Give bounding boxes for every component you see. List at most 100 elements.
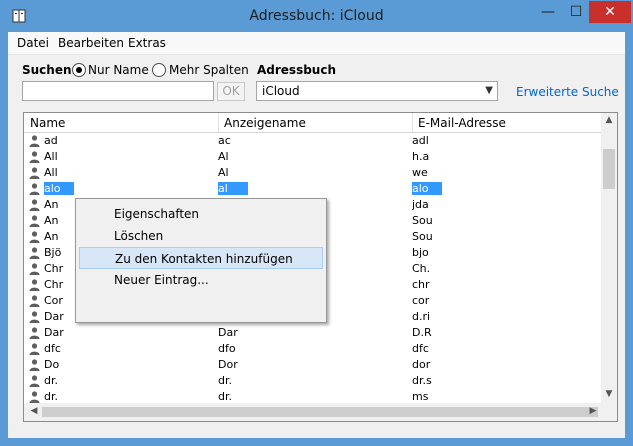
table-row[interactable]: All Al we <box>24 165 601 181</box>
person-icon <box>29 263 40 275</box>
addressbook-select[interactable]: iCloud ▼ <box>256 81 498 101</box>
person-icon <box>29 167 40 179</box>
scroll-right-icon[interactable]: ▶ <box>585 406 601 416</box>
person-icon <box>29 375 40 387</box>
cell-name: dfc <box>44 342 61 355</box>
cell-name: All <box>44 150 58 163</box>
cell-email: D.R <box>412 326 432 339</box>
cell-email: cor <box>412 294 430 307</box>
table-row[interactable]: alo al alo <box>24 181 601 197</box>
advanced-search-link[interactable]: Erweiterte Suche <box>516 85 619 99</box>
scroll-down-icon[interactable]: ▼ <box>601 389 617 399</box>
cell-display-name: Dor <box>218 358 238 371</box>
menu-item-new-entry[interactable]: Neuer Eintrag... <box>79 269 323 291</box>
cell-email: we <box>412 166 428 179</box>
column-divider[interactable] <box>218 113 219 132</box>
person-icon <box>29 183 40 195</box>
cell-name: alo <box>44 182 74 195</box>
vertical-scrollbar[interactable]: ▲ ▼ <box>601 113 617 403</box>
window-frame: Adressbuch: iCloud — ☐ ✕ Datei Bearbeite… <box>0 0 633 446</box>
person-icon <box>29 215 40 227</box>
table-row[interactable]: dfc dfo dfc <box>24 341 601 357</box>
horizontal-scroll-thumb[interactable] <box>42 407 598 417</box>
menu-item-add-to-contacts[interactable]: Zu den Kontakten hinzufügen <box>79 247 323 269</box>
cell-email: dr.s <box>412 374 432 387</box>
title-bar[interactable]: Adressbuch: iCloud — ☐ ✕ <box>0 0 633 32</box>
cell-email: alo <box>412 182 442 195</box>
ok-button[interactable]: OK <box>217 82 245 101</box>
cell-display-name: dfo <box>218 342 236 355</box>
cell-email: dor <box>412 358 431 371</box>
cell-email: adl <box>412 134 429 147</box>
addressbook-label: Adressbuch <box>257 63 337 77</box>
scroll-left-icon[interactable]: ◀ <box>26 406 42 416</box>
menu-extras[interactable]: Extras <box>128 36 166 50</box>
cell-name: An <box>44 230 59 243</box>
column-divider[interactable] <box>412 113 413 132</box>
person-icon <box>29 231 40 243</box>
list-header: Name Anzeigename E-Mail-Adresse <box>24 113 601 133</box>
person-icon <box>29 151 40 163</box>
table-row[interactable]: Do Dor dor <box>24 357 601 373</box>
column-header-email[interactable]: E-Mail-Adresse <box>418 116 506 130</box>
table-row[interactable]: All Al h.a <box>24 149 601 165</box>
scrollbar-corner <box>601 403 617 421</box>
minimize-button[interactable]: — <box>535 1 561 23</box>
scroll-up-icon[interactable]: ▲ <box>601 115 617 125</box>
menu-bar: Datei Bearbeiten Extras <box>8 32 625 55</box>
window-client: Datei Bearbeiten Extras Suchen: Nur Name… <box>8 32 625 438</box>
column-header-name[interactable]: Name <box>30 116 65 130</box>
person-icon <box>29 279 40 291</box>
cell-display-name: Dar <box>218 326 238 339</box>
addressbook-select-value: iCloud <box>262 84 300 98</box>
person-icon <box>29 295 40 307</box>
cell-email: bjo <box>412 246 429 259</box>
maximize-button[interactable]: ☐ <box>563 1 589 23</box>
radio-more-columns[interactable] <box>152 63 166 77</box>
cell-email: Sou <box>412 214 433 227</box>
cell-display-name: dr. <box>218 390 232 403</box>
vertical-scroll-thumb[interactable] <box>603 149 615 189</box>
person-icon <box>29 327 40 339</box>
person-icon <box>29 343 40 355</box>
cell-email: ms <box>412 390 429 403</box>
radio-name-only-label[interactable]: Nur Name <box>88 63 149 77</box>
radio-more-columns-label[interactable]: Mehr Spalten <box>169 63 249 77</box>
cell-email: chr <box>412 278 430 291</box>
cell-name: An <box>44 214 59 227</box>
menu-datei[interactable]: Datei <box>17 36 49 50</box>
cell-name: Bjö <box>44 246 62 259</box>
cell-email: dfc <box>412 342 429 355</box>
menu-item-delete[interactable]: Löschen <box>79 225 323 247</box>
cell-email: jda <box>412 198 429 211</box>
cell-display-name: Al <box>218 150 229 163</box>
search-label: Suchen: <box>22 63 77 77</box>
column-header-display-name[interactable]: Anzeigename <box>224 116 306 130</box>
person-icon <box>29 135 40 147</box>
menu-item-properties[interactable]: Eigenschaften <box>79 203 323 225</box>
cell-display-name: al <box>218 182 248 195</box>
close-button[interactable]: ✕ <box>589 1 631 23</box>
person-icon <box>29 247 40 259</box>
chevron-down-icon: ▼ <box>485 85 493 96</box>
horizontal-scrollbar[interactable]: ◀ ▶ <box>24 403 601 421</box>
table-row[interactable]: dr. dr. dr.s <box>24 373 601 389</box>
person-icon <box>29 391 40 403</box>
search-input[interactable] <box>22 81 214 101</box>
cell-name: Chr <box>44 278 64 291</box>
table-row[interactable]: ad ac adl <box>24 133 601 149</box>
cell-name: ad <box>44 134 58 147</box>
radio-name-only[interactable] <box>72 63 86 77</box>
table-row[interactable]: Dar Dar D.R <box>24 325 601 341</box>
cell-email: Sou <box>412 230 433 243</box>
cell-email: Ch. <box>412 262 431 275</box>
context-menu: Eigenschaften Löschen Zu den Kontakten h… <box>75 198 327 323</box>
cell-name: All <box>44 166 58 179</box>
person-icon <box>29 359 40 371</box>
cell-name: dr. <box>44 390 58 403</box>
cell-email: h.a <box>412 150 430 163</box>
cell-name: Do <box>44 358 60 371</box>
cell-name: Dar <box>44 310 64 323</box>
menu-bearbeiten[interactable]: Bearbeiten <box>58 36 124 50</box>
cell-name: An <box>44 198 59 211</box>
